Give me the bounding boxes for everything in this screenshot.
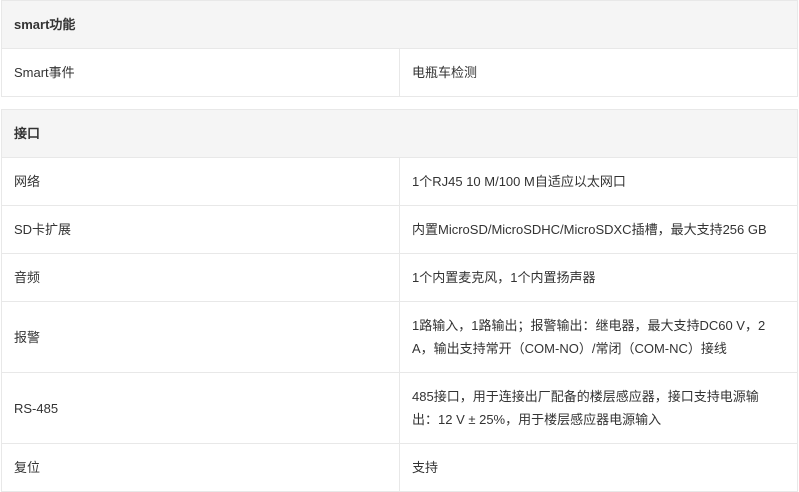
table-row: 复位 支持 — [1, 443, 798, 492]
row-label: 报警 — [1, 301, 400, 373]
row-value: 485接口，用于连接出厂配备的楼层感应器，接口支持电源输出：12 V ± 25%… — [399, 372, 798, 444]
row-value: 支持 — [399, 443, 798, 492]
table-row: Smart事件 电瓶车检测 — [1, 48, 798, 97]
row-label: 复位 — [1, 443, 400, 492]
section-header-smart: smart功能 — [1, 0, 798, 49]
table-row: 报警 1路输入，1路输出；报警输出：继电器，最大支持DC60 V，2 A，输出支… — [1, 301, 798, 373]
row-label: 音频 — [1, 253, 400, 302]
row-label: 网络 — [1, 157, 400, 206]
table-row: 音频 1个内置麦克风，1个内置扬声器 — [1, 253, 798, 302]
table-row: 网络 1个RJ45 10 M/100 M自适应以太网口 — [1, 157, 798, 206]
row-value: 1路输入，1路输出；报警输出：继电器，最大支持DC60 V，2 A，输出支持常开… — [399, 301, 798, 373]
row-value: 内置MicroSD/MicroSDHC/MicroSDXC插槽，最大支持256 … — [399, 205, 798, 254]
row-label: Smart事件 — [1, 48, 400, 97]
table-row: SD卡扩展 内置MicroSD/MicroSDHC/MicroSDXC插槽，最大… — [1, 205, 798, 254]
row-label: SD卡扩展 — [1, 205, 400, 254]
row-value: 1个RJ45 10 M/100 M自适应以太网口 — [399, 157, 798, 206]
spec-table-smart: smart功能 Smart事件 电瓶车检测 — [1, 0, 798, 97]
table-row: RS-485 485接口，用于连接出厂配备的楼层感应器，接口支持电源输出：12 … — [1, 372, 798, 444]
section-divider — [0, 97, 799, 109]
row-value: 电瓶车检测 — [399, 48, 798, 97]
section-title: 接口 — [1, 109, 798, 158]
row-label: RS-485 — [1, 372, 400, 444]
spec-table-interface: 接口 网络 1个RJ45 10 M/100 M自适应以太网口 SD卡扩展 内置M… — [1, 109, 798, 492]
section-title: smart功能 — [1, 0, 798, 49]
section-header-interface: 接口 — [1, 109, 798, 158]
row-value: 1个内置麦克风，1个内置扬声器 — [399, 253, 798, 302]
